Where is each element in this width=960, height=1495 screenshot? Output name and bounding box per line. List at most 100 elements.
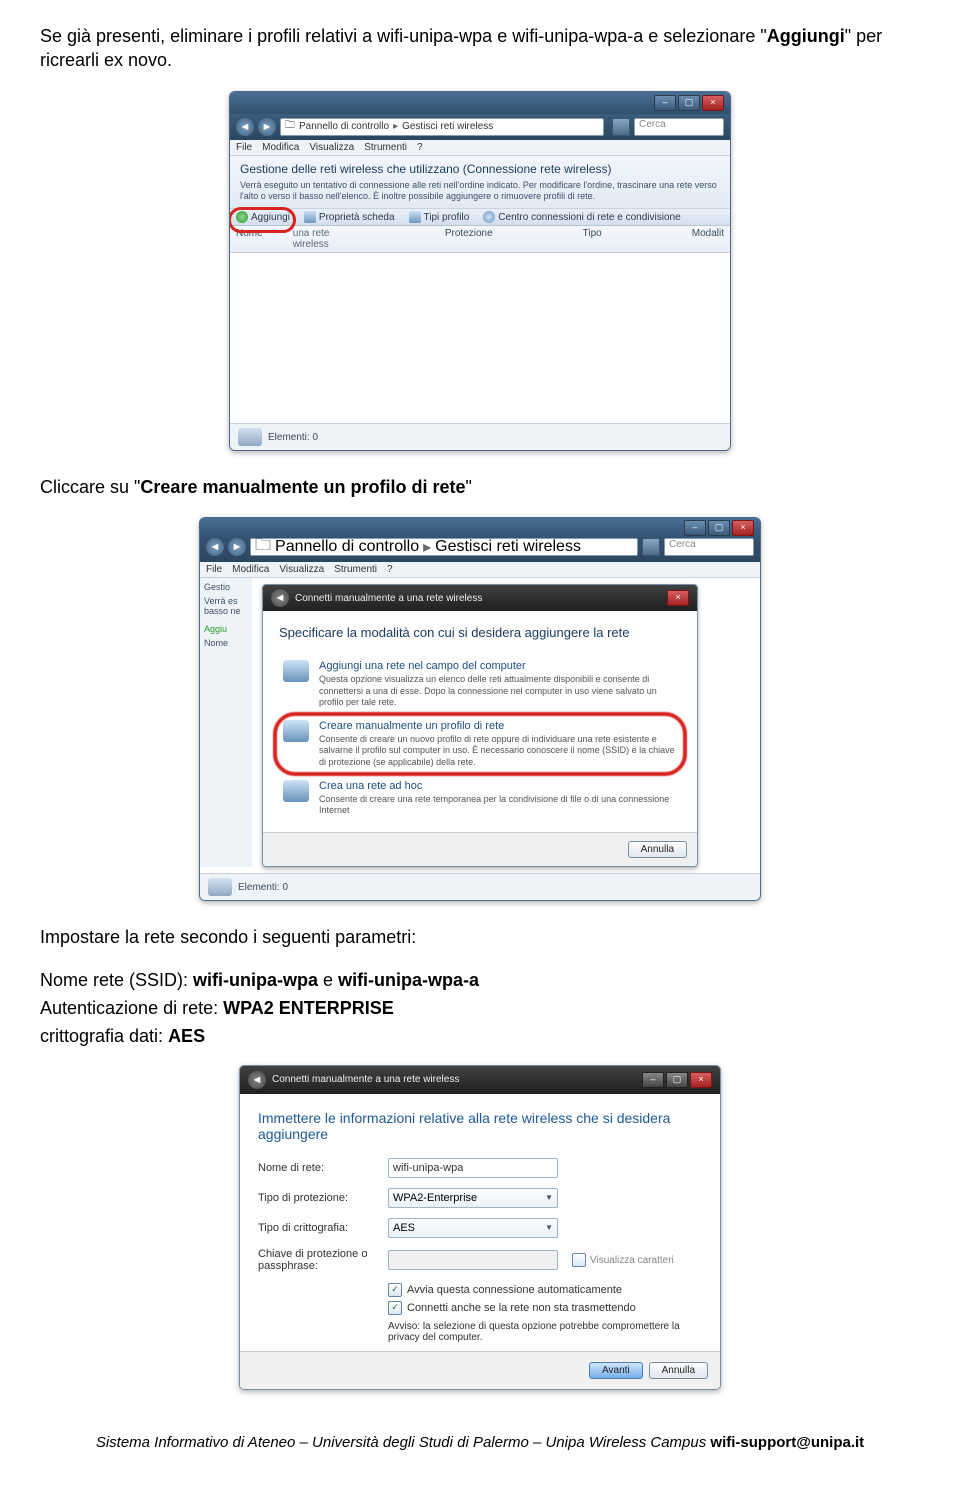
cancel-button[interactable]: Annulla (649, 1362, 708, 1379)
menu-view[interactable]: Visualizza (309, 142, 354, 153)
close-button[interactable]: × (690, 1072, 712, 1088)
menu-file[interactable]: File (236, 142, 252, 153)
refresh-icon[interactable] (612, 118, 630, 136)
back-icon[interactable]: ◄ (206, 538, 224, 556)
close-button[interactable]: × (702, 95, 724, 111)
adhoc-icon (283, 780, 309, 802)
wizard-title: Connetti manualmente a una rete wireless (272, 1074, 459, 1085)
page-footer: Sistema Informativo di Ateneo – Universi… (40, 1434, 920, 1451)
p2-a: Cliccare su " (40, 477, 140, 497)
menu-tools[interactable]: Strumenti (334, 564, 377, 575)
p2-c: " (466, 477, 472, 497)
card-icon (304, 211, 316, 223)
maximize-button[interactable]: ▢ (678, 95, 700, 111)
option-label: Creare manualmente un profilo di rete (319, 720, 677, 732)
breadcrumb-item[interactable]: Gestisci reti wireless (435, 538, 581, 556)
monitor-plus-icon (283, 720, 309, 742)
chevron-down-icon: ▼ (545, 1193, 553, 1202)
encryption-type-select[interactable]: AES▼ (388, 1218, 558, 1238)
option-create-manual-profile[interactable]: Creare manualmente un profilo di rete Co… (279, 714, 681, 774)
param-auth-line: Autenticazione di rete: WPA2 ENTERPRISE (40, 996, 920, 1020)
profile-icon (409, 211, 421, 223)
back-icon[interactable]: ◄ (236, 118, 254, 136)
option-desc: Consente di creare una rete temporanea p… (319, 794, 677, 817)
close-button[interactable]: × (732, 520, 754, 536)
security-type-select[interactable]: WPA2-Enterprise▼ (388, 1188, 558, 1208)
close-button[interactable]: × (667, 590, 689, 606)
wizard-selection-window: – ▢ × ◄ ► 🗀 Pannello di controllo ▸ Gest… (199, 517, 761, 901)
search-input[interactable]: Cerca (634, 118, 724, 136)
menu-help[interactable]: ? (387, 564, 393, 575)
network-name-input[interactable] (388, 1158, 558, 1178)
col-nome[interactable]: Nome (236, 228, 263, 250)
option-label: Crea una rete ad hoc (319, 780, 677, 792)
network-info-form-window: ◄ Connetti manualmente a una rete wirele… (239, 1065, 721, 1390)
autostart-checkbox[interactable]: ✓ Avvia questa connessione automaticamen… (388, 1283, 702, 1297)
checkbox-icon: ✓ (388, 1301, 402, 1315)
label-passphrase: Chiave di protezione o passphrase: (258, 1248, 388, 1273)
toolbar-card-props[interactable]: Proprietà scheda (304, 211, 395, 223)
address-bar: ◄ ► 🗀 Pannello di controllo ▸ Gestisci r… (230, 114, 730, 140)
parent-window-back: – ▢ × ◄ ► 🗀 Pannello di controllo ▸ Gest… (200, 518, 760, 562)
option-add-in-range[interactable]: Aggiungi una rete nel campo del computer… (279, 654, 681, 714)
toolbar-profile-types[interactable]: Tipi profilo (409, 211, 470, 223)
minimize-button[interactable]: – (642, 1072, 664, 1088)
toolbar-add[interactable]: Aggiungi (236, 211, 290, 223)
col-protezione[interactable]: Protezione (445, 228, 493, 250)
chevron-right-icon: ▸ (393, 121, 398, 132)
maximize-button[interactable]: ▢ (708, 520, 730, 536)
toolbar: Aggiungi Proprietà scheda Tipi profilo C… (230, 209, 730, 226)
window-titlebar: – ▢ × (230, 92, 730, 114)
forward-icon[interactable]: ► (258, 118, 276, 136)
breadcrumb-item[interactable]: Pannello di controllo (275, 538, 419, 556)
params-heading: Impostare la rete secondo i seguenti par… (40, 925, 920, 949)
status-bar: Elementi: 0 (200, 873, 760, 900)
wizard-back-icon[interactable]: ◄ (271, 589, 289, 607)
wizard-prompt: Specificare la modalità con cui si desid… (279, 625, 681, 640)
param-enc-line: crittografia dati: AES (40, 1024, 920, 1048)
form-heading: Immettere le informazioni relative alla … (258, 1110, 702, 1142)
option-create-adhoc[interactable]: Crea una rete ad hoc Consente di creare … (279, 774, 681, 823)
col-tipo[interactable]: Tipo (583, 228, 602, 250)
window-caption (236, 97, 239, 108)
forward-icon[interactable]: ► (228, 538, 246, 556)
plus-icon (236, 211, 248, 223)
menu-file[interactable]: File (206, 564, 222, 575)
maximize-button[interactable]: ▢ (666, 1072, 688, 1088)
menu-bar: File Modifica Visualizza Strumenti ? (200, 562, 760, 578)
p2-b: Creare manualmente un profilo di rete (140, 477, 465, 497)
option-label: Aggiungi una rete nel campo del computer (319, 660, 677, 672)
refresh-icon[interactable] (642, 538, 660, 556)
breadcrumb[interactable]: 🗀 Pannello di controllo ▸ Gestisci reti … (280, 118, 604, 136)
intro-paragraph: Se già presenti, eliminare i profili rel… (40, 24, 920, 73)
col-extra: una rete wireless (293, 228, 355, 250)
cancel-button[interactable]: Annulla (628, 841, 687, 858)
next-button[interactable]: Avanti (589, 1362, 643, 1379)
menu-help[interactable]: ? (417, 142, 423, 153)
p1-aggiungi: Aggiungi (767, 26, 845, 46)
col-modalita[interactable]: Modalit (692, 228, 724, 250)
network-icon (483, 211, 495, 223)
minimize-button[interactable]: – (684, 520, 706, 536)
info-strip: Gestione delle reti wireless che utilizz… (230, 156, 730, 210)
breadcrumb-item[interactable]: Pannello di controllo (299, 121, 389, 132)
status-icon (208, 878, 232, 896)
show-characters-checkbox: Visualizza caratteri (572, 1253, 674, 1267)
add-network-wizard: ◄ Connetti manualmente a una rete wirele… (262, 584, 698, 867)
breadcrumb-item[interactable]: Gestisci reti wireless (402, 121, 493, 132)
param-ssid-line: Nome rete (SSID): wifi-unipa-wpa e wifi-… (40, 968, 920, 992)
menu-edit[interactable]: Modifica (232, 564, 269, 575)
wizard-title: Connetti manualmente a una rete wireless (295, 593, 482, 604)
menu-view[interactable]: Visualizza (279, 564, 324, 575)
minimize-button[interactable]: – (654, 95, 676, 111)
wizard-back-icon[interactable]: ◄ (248, 1071, 266, 1089)
info-title: Gestione delle reti wireless che utilizz… (240, 162, 720, 176)
menu-edit[interactable]: Modifica (262, 142, 299, 153)
status-text: Elementi: 0 (268, 432, 318, 443)
info-subtitle: Verrà eseguito un tentativo di connessio… (240, 180, 720, 203)
menu-tools[interactable]: Strumenti (364, 142, 407, 153)
folder-icon: 🗀 (255, 534, 271, 561)
search-input[interactable]: Cerca (664, 538, 754, 556)
toolbar-network-center[interactable]: Centro connessioni di rete e condivision… (483, 211, 680, 223)
connect-hidden-checkbox[interactable]: ✓ Connetti anche se la rete non sta tras… (388, 1301, 702, 1315)
